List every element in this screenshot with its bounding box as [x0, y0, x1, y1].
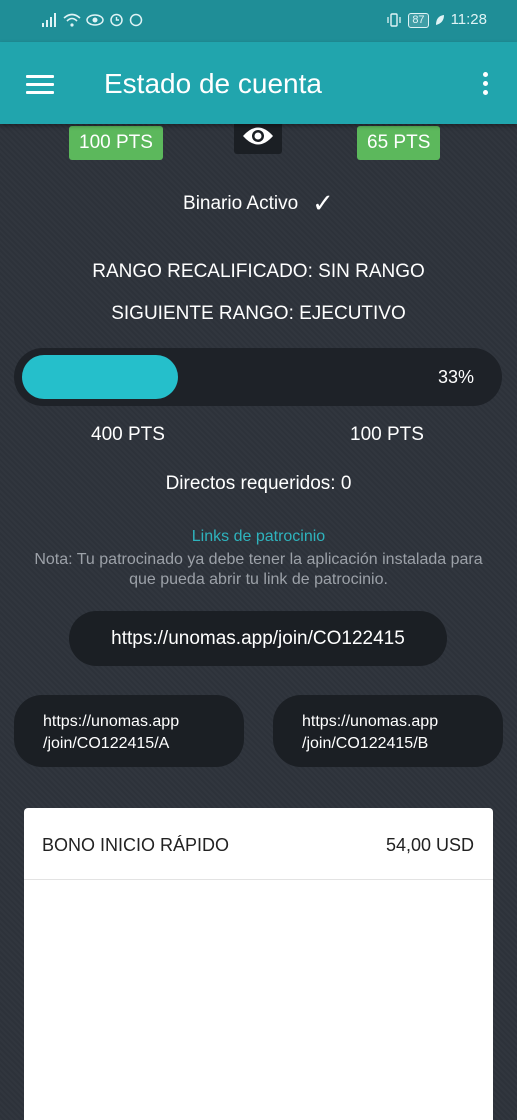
bonus-card: BONO INICIO RÁPIDO 54,00 USD: [24, 808, 493, 1120]
left-leg-points: 400 PTS: [91, 424, 165, 445]
leaf-icon: [435, 15, 444, 25]
more-options-icon[interactable]: [481, 72, 489, 98]
binary-status: Binario Activo ✓: [0, 188, 517, 219]
status-bar: 87 11:28: [0, 0, 517, 42]
progress-percent: 33%: [437, 367, 474, 387]
vibrate-icon: [387, 13, 401, 27]
sponsor-link-a-line1: https://unomas.app: [43, 713, 180, 730]
signal-icon: [42, 12, 56, 27]
wifi-icon: [63, 13, 81, 27]
progress-fill: [22, 355, 178, 399]
status-icons-left: [42, 12, 143, 27]
next-rank: SIGUIENTE RANGO: EJECUTIVO: [111, 303, 406, 324]
sponsor-link-b[interactable]: https://unomas.app /join/CO122415/B: [273, 695, 503, 767]
alarm-icon: [110, 13, 123, 27]
sponsor-link-a[interactable]: https://unomas.app /join/CO122415/A: [14, 695, 244, 767]
clock: 11:28: [450, 11, 487, 28]
page-title: Estado de cuenta: [104, 68, 322, 99]
sponsor-link-b-line2: /join/CO122415/B: [302, 735, 429, 752]
bonus-card-header[interactable]: BONO INICIO RÁPIDO 54,00 USD: [24, 808, 493, 880]
binary-status-label: Binario Activo: [183, 193, 299, 214]
app-bar: Estado de cuenta: [0, 42, 517, 124]
battery-indicator: 87: [408, 12, 429, 28]
sync-icon: [129, 13, 143, 26]
required-directs: Directos requeridos: 0: [165, 473, 352, 494]
sponsor-links-title: Links de patrocinio: [191, 528, 326, 545]
sponsor-note: Nota: Tu patrocinado ya debe tener la ap…: [34, 551, 483, 588]
left-points-badge: 100 PTS: [69, 126, 163, 160]
eye-comfort-icon: [86, 13, 104, 26]
sponsor-link-main[interactable]: https://unomas.app/join/CO122415: [69, 611, 447, 666]
right-points-badge: 65 PTS: [357, 126, 441, 160]
bonus-amount: 54,00 USD: [385, 835, 474, 855]
menu-icon[interactable]: [26, 75, 54, 95]
right-leg-points: 100 PTS: [350, 424, 424, 445]
status-icons-right: 87 11:28: [386, 11, 487, 29]
rank-recalified: RANGO RECALIFICADO: SIN RANGO: [92, 261, 425, 282]
sponsor-link-b-line1: https://unomas.app: [302, 713, 439, 730]
eye-icon: [243, 127, 273, 145]
bonus-title: BONO INICIO RÁPIDO: [42, 835, 230, 855]
check-icon: ✓: [312, 188, 334, 218]
sponsor-link-a-line2: /join/CO122415/A: [43, 735, 170, 752]
rank-progress-bar: 33%: [14, 348, 502, 406]
